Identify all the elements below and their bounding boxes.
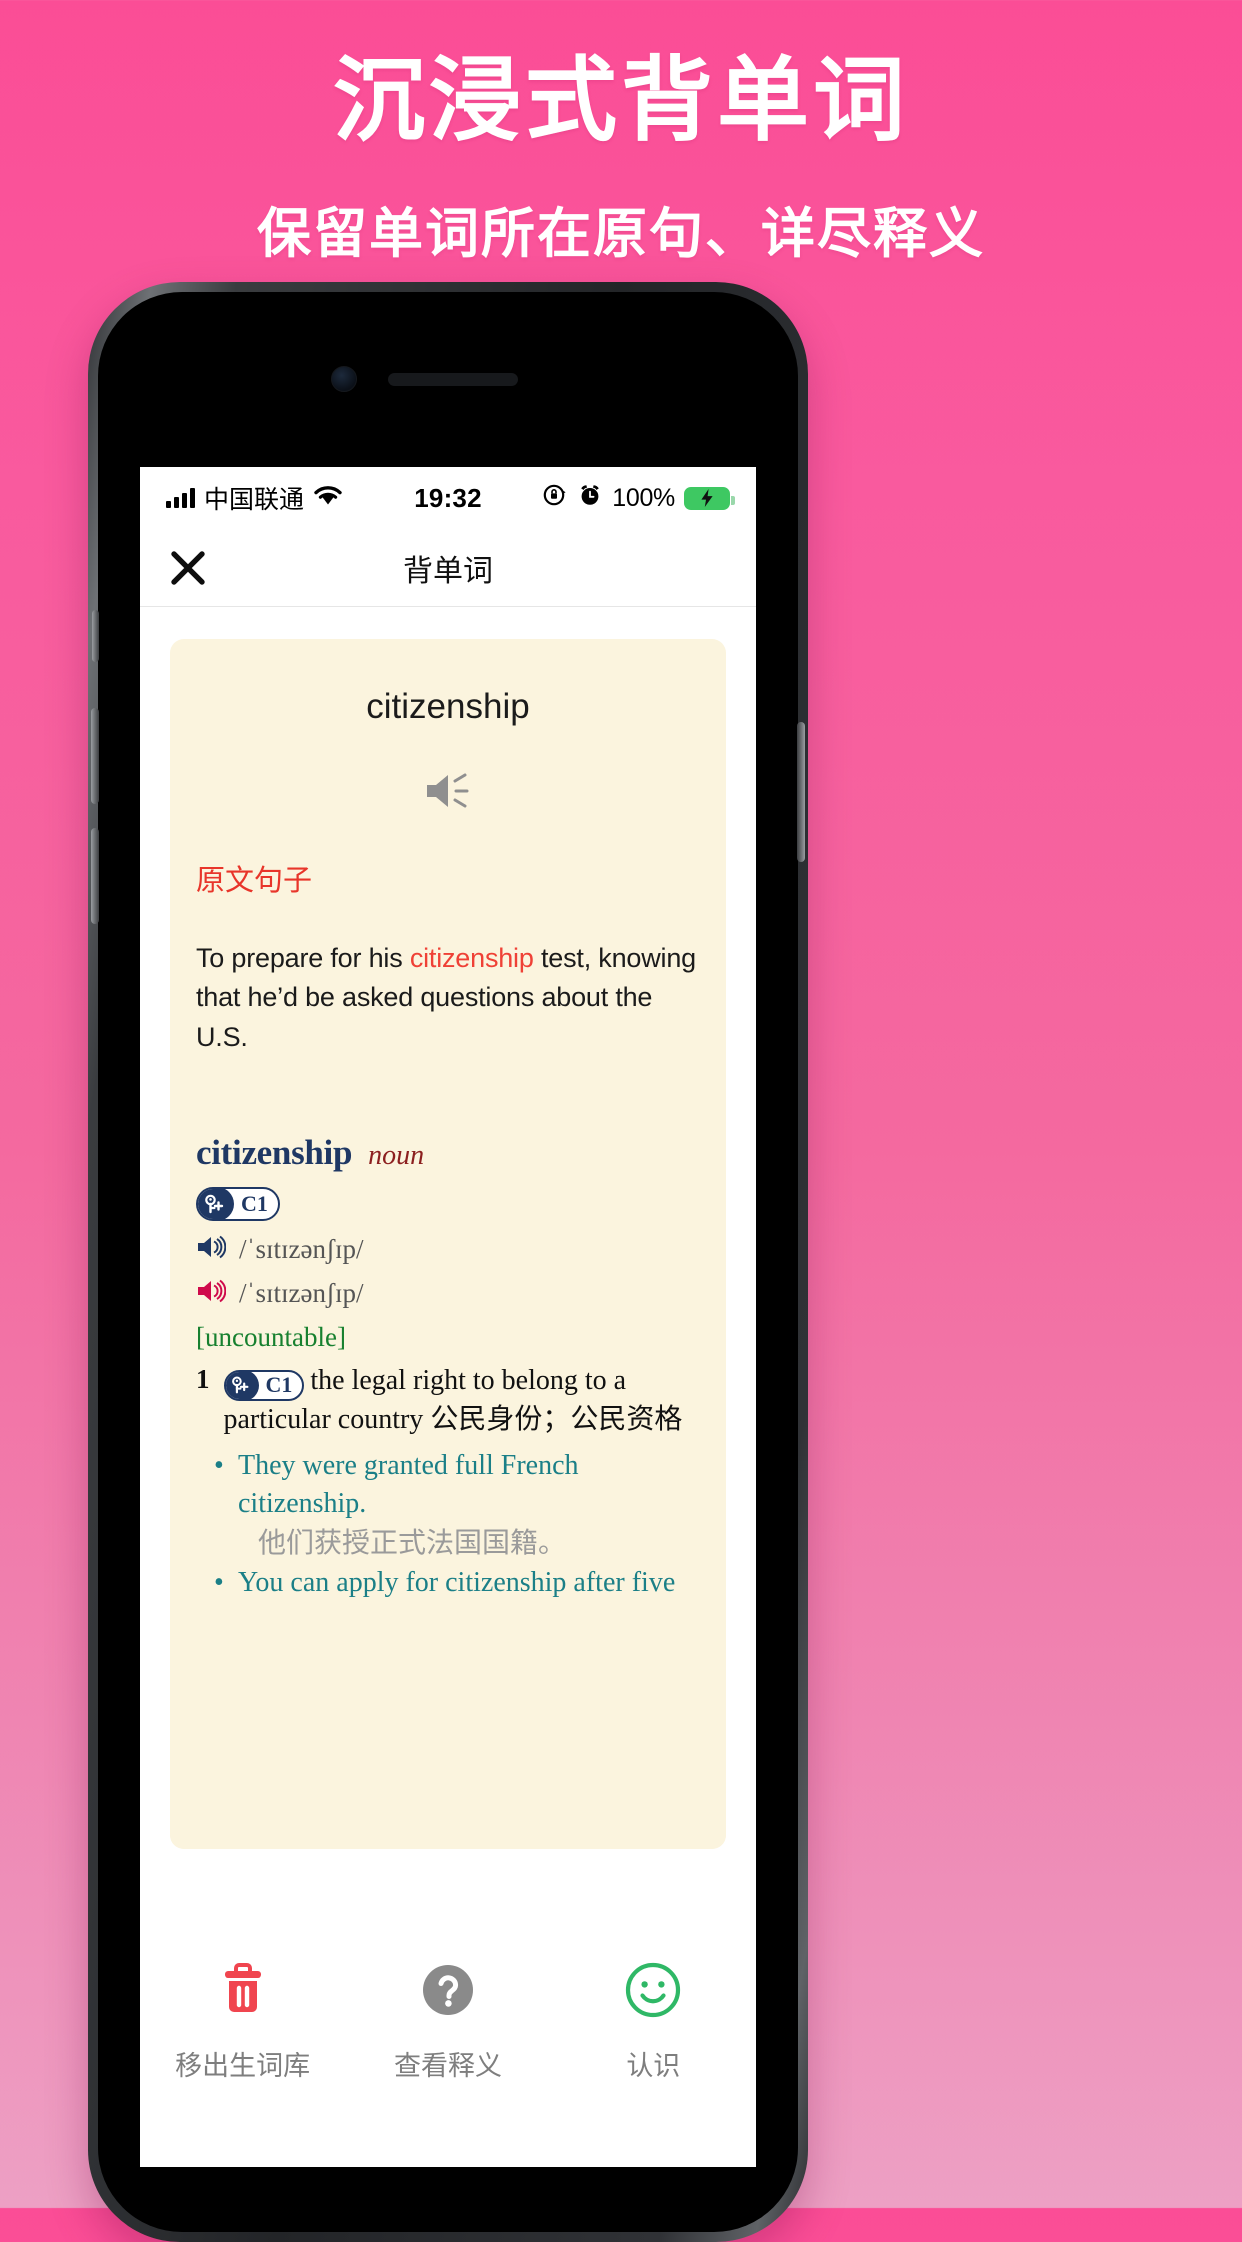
known-button[interactable]: 认识 [578,1959,728,2083]
example-en: You can apply for citizenship after five [214,1564,700,1603]
grammar-label: [uncountable] [196,1322,346,1353]
sense-cefr-level-label: C1 [265,1372,293,1398]
show-definition-label: 查看释义 [393,2051,502,2081]
promo-subtitle: 保留单词所在原句、详尽释义 [257,204,985,264]
front-camera-icon [331,366,357,392]
dictionary-headword: citizenship [196,1133,353,1173]
sense-definition-cn: 公民身份；公民资格 [430,1403,683,1435]
speaker-icon-british[interactable] [196,1234,227,1265]
known-label: 认识 [626,2051,681,2081]
mute-switch[interactable] [92,610,99,662]
alarm-clock-icon [577,482,603,515]
page-title: 背单词 [403,554,493,588]
cefr-badge: C1 [196,1187,280,1222]
ipa-american: /ˈsɪtɪzənʃɪp/ [239,1278,364,1309]
show-definition-button[interactable]: 查看释义 [373,1959,523,2083]
battery-charging-icon [684,486,735,510]
status-bar: 中国联通 19:32 100% [140,467,756,529]
source-sentence: To prepare for his citizenship test, kno… [196,939,700,1057]
phone-mockup: 中国联通 19:32 100% 背单词 citizenship 原文句子 To … [88,282,808,2242]
key-plus-icon [225,1371,259,1399]
source-sentence-label: 原文句子 [196,865,313,897]
navigation-bar: 背单词 [140,529,756,607]
phone-bezel: 中国联通 19:32 100% 背单词 citizenship 原文句子 To … [91,292,805,2232]
trash-icon [212,1959,274,2026]
smiley-icon [622,1959,684,2026]
sense-definition: C1 the legal right to belong to a particu… [223,1362,701,1438]
sense-number: 1 [196,1364,210,1395]
example-cn: 他们获授正式法国国籍。 [258,1527,567,1559]
sentence-part-before: To prepare for his [196,943,410,973]
card-fade-overlay [170,1795,726,1849]
dictionary-entry: citizenship noun C1 /ˈsɪtɪzənʃɪp/ /ˈsɪtɪ… [196,1133,700,1602]
status-time: 19:32 [414,482,482,513]
card-word: citizenship [366,687,530,726]
example-en: They were granted full French citizenshi… [214,1447,700,1524]
speaker-icon-american[interactable] [196,1278,227,1309]
volume-down-button[interactable] [91,828,99,924]
example-list: They were granted full French citizenshi… [196,1447,700,1603]
remove-from-vocab-label: 移出生词库 [175,2051,311,2081]
word-card: citizenship 原文句子 To prepare for his citi… [170,639,726,1849]
phone-screen: 中国联通 19:32 100% 背单词 citizenship 原文句子 To … [140,467,756,2167]
promo-header: 沉浸式背单词 保留单词所在原句、详尽释义 [0,0,1242,268]
sense-cefr-badge: C1 [223,1369,305,1401]
battery-percent-label: 100% [612,483,675,512]
sense-item: 1 C1 the legal right to belong to a parti… [196,1362,700,1438]
cefr-level-label: C1 [241,1191,268,1217]
part-of-speech: noun [368,1140,425,1172]
question-icon [417,1959,479,2026]
key-plus-icon [197,1189,234,1220]
signal-bars-icon [166,488,195,508]
carrier-label: 中国联通 [204,486,305,514]
sentence-highlight-word: citizenship [409,943,534,973]
bottom-toolbar: 移出生词库 查看释义 认识 [140,1927,756,2167]
power-button[interactable] [797,722,805,862]
speaker-icon[interactable] [196,769,700,813]
earpiece-speaker [388,373,518,386]
card-container: citizenship 原文句子 To prepare for his citi… [140,607,756,1849]
promo-title: 沉浸式背单词 [332,50,909,152]
pronunciation-row-british[interactable]: /ˈsɪtɪzənʃɪp/ [196,1234,700,1265]
rotation-lock-icon [542,482,568,515]
close-icon[interactable] [166,546,210,590]
ipa-british: /ˈsɪtɪzənʃɪp/ [239,1234,364,1265]
remove-from-vocab-button[interactable]: 移出生词库 [168,1959,318,2083]
pronunciation-row-american[interactable]: /ˈsɪtɪzənʃɪp/ [196,1278,700,1309]
wifi-icon [313,484,343,513]
volume-up-button[interactable] [91,708,99,804]
